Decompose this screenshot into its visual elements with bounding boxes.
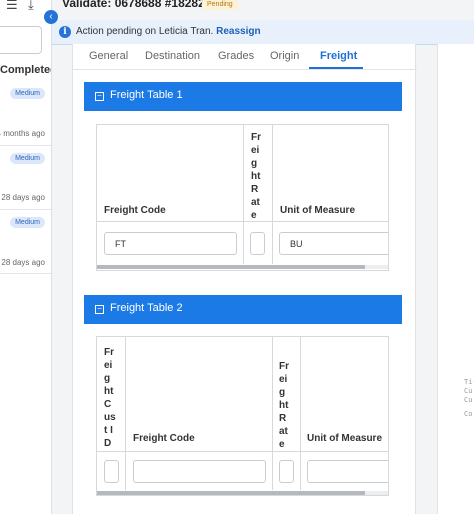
reassign-link[interactable]: Reassign — [216, 26, 260, 37]
download-icon[interactable]: ⤓ — [28, 0, 34, 12]
collapse-toggle-icon[interactable]: − — [95, 92, 104, 101]
task-time: 28 days ago — [1, 193, 45, 202]
tab-bar: General Destination Grades Origin Freigh… — [73, 44, 417, 70]
freight-rate-input[interactable] — [250, 232, 265, 255]
scrollbar-thumb[interactable] — [97, 265, 365, 269]
column-header-freight-code: Freight Code — [97, 125, 244, 221]
tab-grades[interactable]: Grades — [218, 50, 254, 62]
freight-code-input[interactable] — [133, 460, 266, 483]
alert-message: Action pending on Leticia Tran. Reassign — [76, 26, 261, 37]
priority-badge: Medium — [10, 88, 45, 99]
tab-destination[interactable]: Destination — [145, 50, 200, 62]
freight-rate-input[interactable] — [279, 460, 294, 483]
column-header-freight-rate: Freight Rate — [273, 337, 301, 451]
task-list-item[interactable]: Medium 28 days ago — [0, 146, 51, 210]
freight-code-input[interactable]: FT — [104, 232, 237, 255]
column-header-freight-code: Freight Code — [126, 337, 273, 451]
task-time: 28 days ago — [1, 258, 45, 267]
unit-of-measure-input[interactable] — [307, 460, 388, 483]
collapse-sidebar-button[interactable]: ‹ — [44, 10, 58, 24]
completed-section-label: Completed — [0, 64, 52, 76]
task-list-item[interactable]: Medium 28 days ago — [0, 210, 51, 274]
preview-text-line: Cu — [464, 396, 473, 404]
column-header-freight-cust-id: Freight Cust ID — [97, 337, 126, 451]
app-root: ☰ ⤓ Completed Medium 4 months ago Medium… — [0, 0, 474, 514]
preview-text-line: Ti- — [464, 378, 474, 386]
tab-freight[interactable]: Freight — [320, 50, 357, 62]
task-time: 4 months ago — [0, 129, 45, 138]
tab-general[interactable]: General — [89, 50, 128, 62]
freight-table-1-header[interactable]: − Freight Table 1 — [84, 82, 402, 111]
collapse-toggle-icon[interactable]: − — [95, 305, 104, 314]
freight-table-2: Freight Cust ID Freight Code Freight Rat… — [96, 336, 389, 496]
column-header-unit-of-measure: Unit of Measure — [307, 433, 383, 444]
horizontal-scrollbar[interactable] — [97, 265, 388, 269]
page-title: Validate: 0678688 #18282210 — [62, 0, 225, 10]
column-header-freight-rate: Freight Rate — [244, 125, 273, 221]
info-icon: i — [59, 26, 71, 38]
status-badge: Pending — [202, 0, 238, 10]
filter-icon[interactable]: ☰ — [6, 0, 18, 12]
task-list-item[interactable]: Medium 4 months ago — [0, 82, 51, 146]
preview-text-line: Co — [464, 410, 473, 418]
tab-origin[interactable]: Origin — [270, 50, 299, 62]
pending-action-alert: i Action pending on Leticia Tran. Reassi… — [52, 20, 474, 45]
freight-cust-id-input[interactable] — [104, 460, 119, 483]
freight-table-2-header[interactable]: − Freight Table 2 — [84, 295, 402, 324]
alert-text: Action pending on Leticia Tran. — [76, 26, 214, 37]
document-preview-strip: Ti- Cu Cu Co — [437, 44, 474, 514]
freight-table-1: Freight Code Freight Rate Unit of Measur… — [96, 124, 389, 271]
section-title: Freight Table 1 — [110, 89, 183, 101]
preview-text-line: Cu — [464, 387, 473, 395]
search-input[interactable] — [0, 26, 42, 54]
priority-badge: Medium — [10, 217, 45, 228]
page-header: Validate: 0678688 #18282210 Pending — [52, 0, 474, 18]
horizontal-scrollbar[interactable] — [97, 491, 388, 495]
column-header-unit-of-measure: Unit of Measure — [280, 205, 356, 216]
scrollbar-thumb[interactable] — [97, 491, 365, 495]
priority-badge: Medium — [10, 153, 45, 164]
task-list-sidebar: ☰ ⤓ Completed Medium 4 months ago Medium… — [0, 0, 52, 514]
active-tab-indicator — [309, 67, 363, 69]
section-title: Freight Table 2 — [110, 302, 183, 314]
unit-of-measure-input[interactable]: BU — [279, 232, 388, 255]
